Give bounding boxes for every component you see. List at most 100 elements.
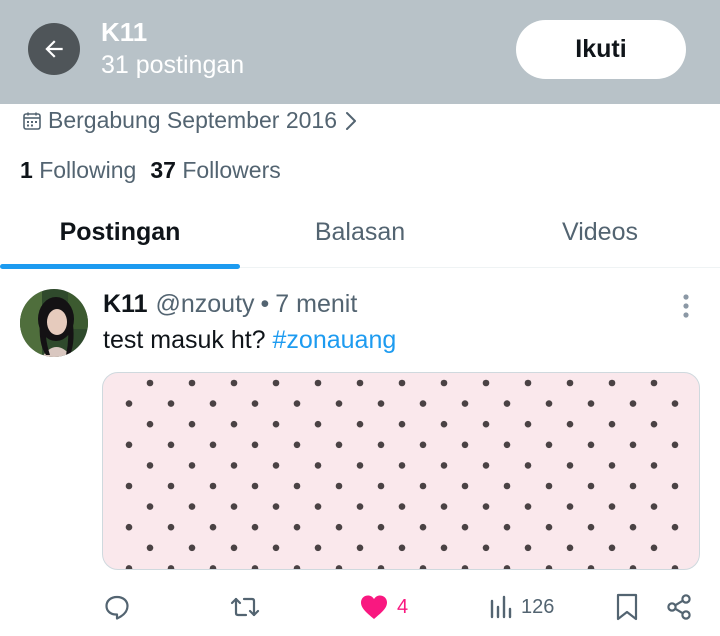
pattern-dot <box>503 482 511 490</box>
pattern-dot <box>566 420 574 428</box>
tab-balasan[interactable]: Balasan <box>240 196 480 268</box>
pattern-dot <box>461 482 469 490</box>
tab-postingan[interactable]: Postingan <box>0 196 240 269</box>
following-link[interactable]: 1 Following <box>20 157 136 184</box>
pattern-dot <box>587 565 595 569</box>
pattern-dot <box>293 523 301 531</box>
pattern-dot <box>314 503 322 510</box>
follow-button[interactable]: Ikuti <box>516 20 686 79</box>
post-media[interactable] <box>102 372 700 570</box>
pattern-dot <box>671 400 679 407</box>
pattern-dot <box>629 400 637 407</box>
header-title: K11 <box>101 17 148 47</box>
pattern-dot <box>293 441 301 449</box>
pattern-dot <box>545 441 553 449</box>
pattern-dot <box>377 565 385 569</box>
like-button[interactable]: 4 <box>359 590 408 624</box>
pattern-dot <box>398 544 406 552</box>
pattern-dot <box>293 565 301 569</box>
post-text: test masuk ht? #zonauang <box>103 326 396 355</box>
pattern-dot <box>293 482 301 490</box>
pattern-dot <box>608 420 616 428</box>
like-count: 4 <box>397 595 409 618</box>
pattern-dot <box>230 379 238 387</box>
pattern-dot <box>671 441 679 449</box>
pattern-dot <box>209 400 217 407</box>
pattern-dot <box>146 503 154 510</box>
post-author-name[interactable]: K11 <box>103 290 147 319</box>
bookmark-button[interactable] <box>615 590 639 624</box>
pattern-dot <box>545 400 553 407</box>
pattern-dot <box>356 503 364 510</box>
pattern-dot <box>482 379 490 387</box>
pattern-dot <box>482 544 490 552</box>
pattern-dot <box>503 565 511 569</box>
pattern-dot <box>377 482 385 490</box>
pattern-dot <box>335 523 343 531</box>
pattern-dot <box>125 565 133 569</box>
pattern-dot <box>440 379 448 387</box>
pattern-dot <box>650 462 658 469</box>
pattern-dot <box>125 482 133 490</box>
pattern-dot <box>293 400 301 407</box>
share-button[interactable] <box>665 590 693 624</box>
pattern-dot <box>650 503 658 510</box>
pattern-dot <box>545 482 553 490</box>
pattern-dot <box>125 523 133 531</box>
avatar[interactable] <box>20 289 88 357</box>
hashtag-link[interactable]: #zonauang <box>273 326 397 354</box>
joined-date[interactable]: Bergabung September 2016 <box>22 107 357 134</box>
reply-button[interactable] <box>103 590 131 624</box>
views-icon <box>490 595 512 619</box>
post-timestamp[interactable]: 7 menit <box>275 290 357 319</box>
post-actions: 4 126 <box>103 590 703 626</box>
pattern-dot <box>566 544 574 552</box>
pattern-dot <box>188 462 196 469</box>
pattern-dot <box>251 400 259 407</box>
pattern-dot <box>629 482 637 490</box>
more-options-button[interactable] <box>672 292 700 320</box>
pattern-dot <box>482 462 490 469</box>
views-button[interactable]: 126 <box>489 590 554 624</box>
pattern-dot <box>629 441 637 449</box>
followers-link[interactable]: 37 Followers <box>150 157 280 184</box>
pattern-dot <box>566 462 574 469</box>
pattern-dot <box>146 379 154 387</box>
pattern-dot <box>566 503 574 510</box>
pattern-dot <box>356 462 364 469</box>
post-header: K11 @nzouty • 7 menit <box>103 290 357 319</box>
pattern-dot <box>503 400 511 407</box>
pattern-dot <box>398 503 406 510</box>
pattern-dot <box>230 420 238 428</box>
tab-videos[interactable]: Videos <box>480 196 720 268</box>
pattern-dot <box>545 523 553 531</box>
followers-label: Followers <box>182 157 281 183</box>
pattern-dot <box>461 523 469 531</box>
pattern-dot <box>167 400 175 407</box>
repost-icon <box>230 597 260 617</box>
pattern-dot <box>335 565 343 569</box>
profile-header: K11 31 postingan Ikuti <box>0 0 720 104</box>
pattern-dot <box>251 523 259 531</box>
pattern-dot <box>587 441 595 449</box>
pattern-dot <box>209 482 217 490</box>
pattern-dot <box>335 400 343 407</box>
pattern-dot <box>629 523 637 531</box>
pattern-dot <box>671 523 679 531</box>
pattern-dot <box>461 441 469 449</box>
repost-button[interactable] <box>229 590 261 624</box>
pattern-dot <box>314 379 322 387</box>
pattern-dot <box>398 420 406 428</box>
pattern-dot <box>146 462 154 469</box>
tab-label: Balasan <box>314 217 406 246</box>
pattern-dot <box>188 420 196 428</box>
pattern-dot <box>272 462 280 469</box>
pattern-dot <box>482 503 490 510</box>
pattern-dot <box>545 565 553 569</box>
back-button[interactable] <box>28 23 80 75</box>
polka-dot-pattern <box>125 379 679 569</box>
pattern-dot <box>251 565 259 569</box>
pattern-dot <box>524 420 532 428</box>
post-author-handle[interactable]: @nzouty <box>155 290 254 319</box>
pattern-dot <box>440 503 448 510</box>
